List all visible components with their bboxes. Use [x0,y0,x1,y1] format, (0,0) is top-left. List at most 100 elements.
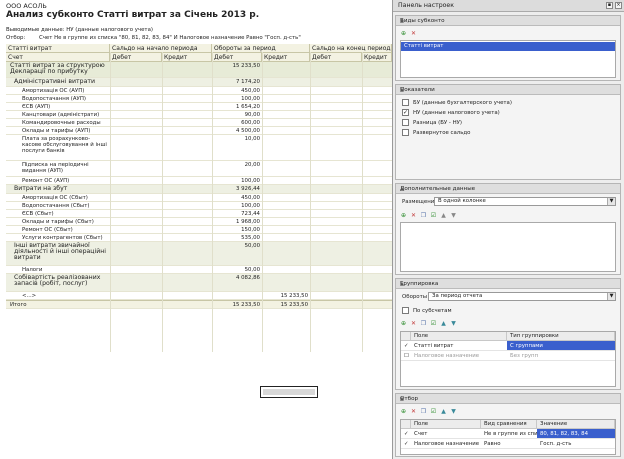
grouping-type[interactable]: С группами [507,341,615,351]
table-row[interactable]: ЄСВ (АУП) 1 654,20 [6,103,392,111]
check-all-icon[interactable]: ☑ [430,320,437,327]
table-row[interactable]: Амортизація ОС (Сбыт) 450,00 [6,194,392,202]
section-header[interactable]: Группировка ▲ [396,279,620,289]
grid-header-field: Поле [411,332,507,341]
table-row[interactable]: Собівартість реалізованих запасів (робіт… [6,274,392,292]
section-header[interactable]: Показатели ▲ [396,85,620,95]
table-row[interactable]: Плата за розрахунково-касове обслуговува… [6,135,392,161]
table-row[interactable]: Канцтовари (адміністрати) 90,00 [6,111,392,119]
table-row[interactable]: <...> 15 233,50 [6,292,392,300]
turnover-select[interactable]: За период отчета ▼ [428,292,616,301]
row-name: ЄСВ (Сбыт) [22,211,54,217]
add-icon[interactable]: ⊕ [400,320,407,327]
delete-icon[interactable]: ✕ [410,320,417,327]
subconto-list[interactable]: Статті витрат [400,40,616,78]
chevron-up-icon[interactable]: ▲ [400,18,616,24]
table-row[interactable]: Оклады и тарифы (Сбыт) 1 968,00 [6,218,392,226]
check-all-icon[interactable]: ☑ [430,212,437,219]
by-subaccounts-checkbox[interactable] [402,307,409,314]
indicator-checkbox[interactable]: ✓ [402,109,409,116]
copy-icon[interactable]: ❐ [420,320,427,327]
chevron-up-icon[interactable]: ▲ [400,396,616,402]
list-item[interactable]: Статті витрат [401,42,615,51]
filter-value[interactable]: 80, 81, 82, 83, 84 [537,429,615,439]
grouping-grid[interactable]: Поле Тип группировки ✓ Статті витрат С гру… [400,331,616,387]
delete-icon[interactable]: ✕ [410,212,417,219]
grouping-type[interactable]: Без групп [507,351,615,361]
indicator-checkbox[interactable] [402,119,409,126]
filter-value: Счет Не в группе из списка "80, 81, 82, … [38,35,301,41]
placement-select[interactable]: В одной колонке ▼ [434,197,616,206]
turnover-credit [262,234,310,241]
indicator-checkbox[interactable] [402,129,409,136]
filter-comparison[interactable]: Равно [481,439,537,449]
section-grouping: Группировка ▲ Обороты За период отчета ▼… [395,278,621,390]
table-row[interactable]: Витрати на збут 3 926,44 [6,185,392,194]
save-icon[interactable]: ▪ [606,2,613,9]
section-header[interactable]: Дополнительные данные ▲ [396,184,620,194]
move-down-icon[interactable]: ▼ [450,212,457,219]
turnover-credit [262,119,310,126]
section-header[interactable]: Отбор ▲ [396,394,620,404]
grid-header-check [401,332,411,341]
panel-title: Панель настроек [398,2,454,9]
turnover-debit: 90,00 [244,112,260,118]
table-row[interactable]: Налоги 50,00 [6,266,392,274]
section-filter: Отбор ▲ ⊕ ✕ ❐ ☑ ▲ ▼ Поле Вид сравнения З… [395,393,621,457]
report-area: ООО АСОЛЬ Анализ субконто Статті витрат … [0,0,392,459]
row-name: Ремонт ОС (АУП) [22,178,70,184]
table-row[interactable]: Ремонт ОС (АУП) 100,00 [6,177,392,185]
chevron-down-icon[interactable]: ▼ [607,198,615,205]
copy-icon[interactable]: ❐ [420,212,427,219]
indicator-checkbox[interactable] [402,99,409,106]
filter-grid[interactable]: Поле Вид сравнения Значение ✓ Счет Не в гр… [400,419,616,455]
grouping-row-checkbox[interactable]: ☐ [401,351,411,361]
extra-data-list[interactable] [400,222,616,272]
filter-row-checkbox[interactable]: ✓ [401,429,411,439]
table-row[interactable]: Амортизація ОС (АУП) 450,00 [6,87,392,95]
filter-field[interactable]: Счет [411,429,481,439]
move-up-icon[interactable]: ▲ [440,320,447,327]
table-row[interactable]: Ремонт ОС (Сбыт) 150,00 [6,226,392,234]
report-title: Анализ субконто Статті витрат за Січень … [6,10,260,20]
table-row[interactable]: Статті витрат за структурою Декларації п… [6,62,392,78]
selection-box[interactable] [260,386,318,398]
table-row[interactable]: ЄСВ (Сбыт) 723,44 [6,210,392,218]
table-row[interactable]: Услуги контрагентов (Сбыт) 535,00 [6,234,392,242]
output-data-line: Выводимые данные: НУ (данные налогового … [6,27,153,33]
table-row[interactable]: Командировочные расходы (АУП) 600,00 [6,119,392,127]
move-down-icon[interactable]: ▼ [450,320,457,327]
move-up-icon[interactable]: ▲ [440,212,447,219]
chevron-up-icon[interactable]: ▲ [400,186,616,192]
filter-row-checkbox[interactable]: ✓ [401,439,411,449]
grouping-field[interactable]: Налоговое назначение [411,351,507,361]
add-icon[interactable]: ⊕ [400,212,407,219]
add-icon[interactable]: ⊕ [400,30,407,37]
move-up-icon[interactable]: ▲ [440,408,447,415]
filter-field[interactable]: Налоговое назначение [411,439,481,449]
add-icon[interactable]: ⊕ [400,408,407,415]
chevron-up-icon[interactable]: ▲ [400,87,616,93]
delete-icon[interactable]: ✕ [410,30,417,37]
delete-icon[interactable]: ✕ [410,408,417,415]
turnover-credit [262,135,310,160]
table-row[interactable]: Підписка на періодичні видання (АУП) 20,0… [6,161,392,177]
table-row[interactable]: Водопостачання (Сбыт) 100,00 [6,202,392,210]
grouping-row-checkbox[interactable]: ✓ [401,341,411,351]
header-debit: Дебет [110,53,162,62]
table-row[interactable]: Інші витрати звичайної діяльності й інші… [6,242,392,266]
section-header[interactable]: Виды субконто ▲ [396,16,620,26]
filter-value[interactable]: Госп. д-сть [537,439,615,449]
filter-comparison[interactable]: Не в группе из списк... [481,429,537,439]
move-down-icon[interactable]: ▼ [450,408,457,415]
table-row[interactable]: Адміністративні витрати 7 174,20 [6,78,392,87]
chevron-down-icon[interactable]: ▼ [607,293,615,300]
chevron-up-icon[interactable]: ▲ [400,281,616,287]
check-all-icon[interactable]: ☑ [430,408,437,415]
grouping-field[interactable]: Статті витрат [411,341,507,351]
turnover-credit [262,194,310,201]
table-row[interactable]: Водопостачання (АУП) 100,00 [6,95,392,103]
copy-icon[interactable]: ❐ [420,408,427,415]
close-icon[interactable]: × [615,2,622,9]
table-row[interactable]: Оклады и тарифы (АУП) 4 500,00 [6,127,392,135]
